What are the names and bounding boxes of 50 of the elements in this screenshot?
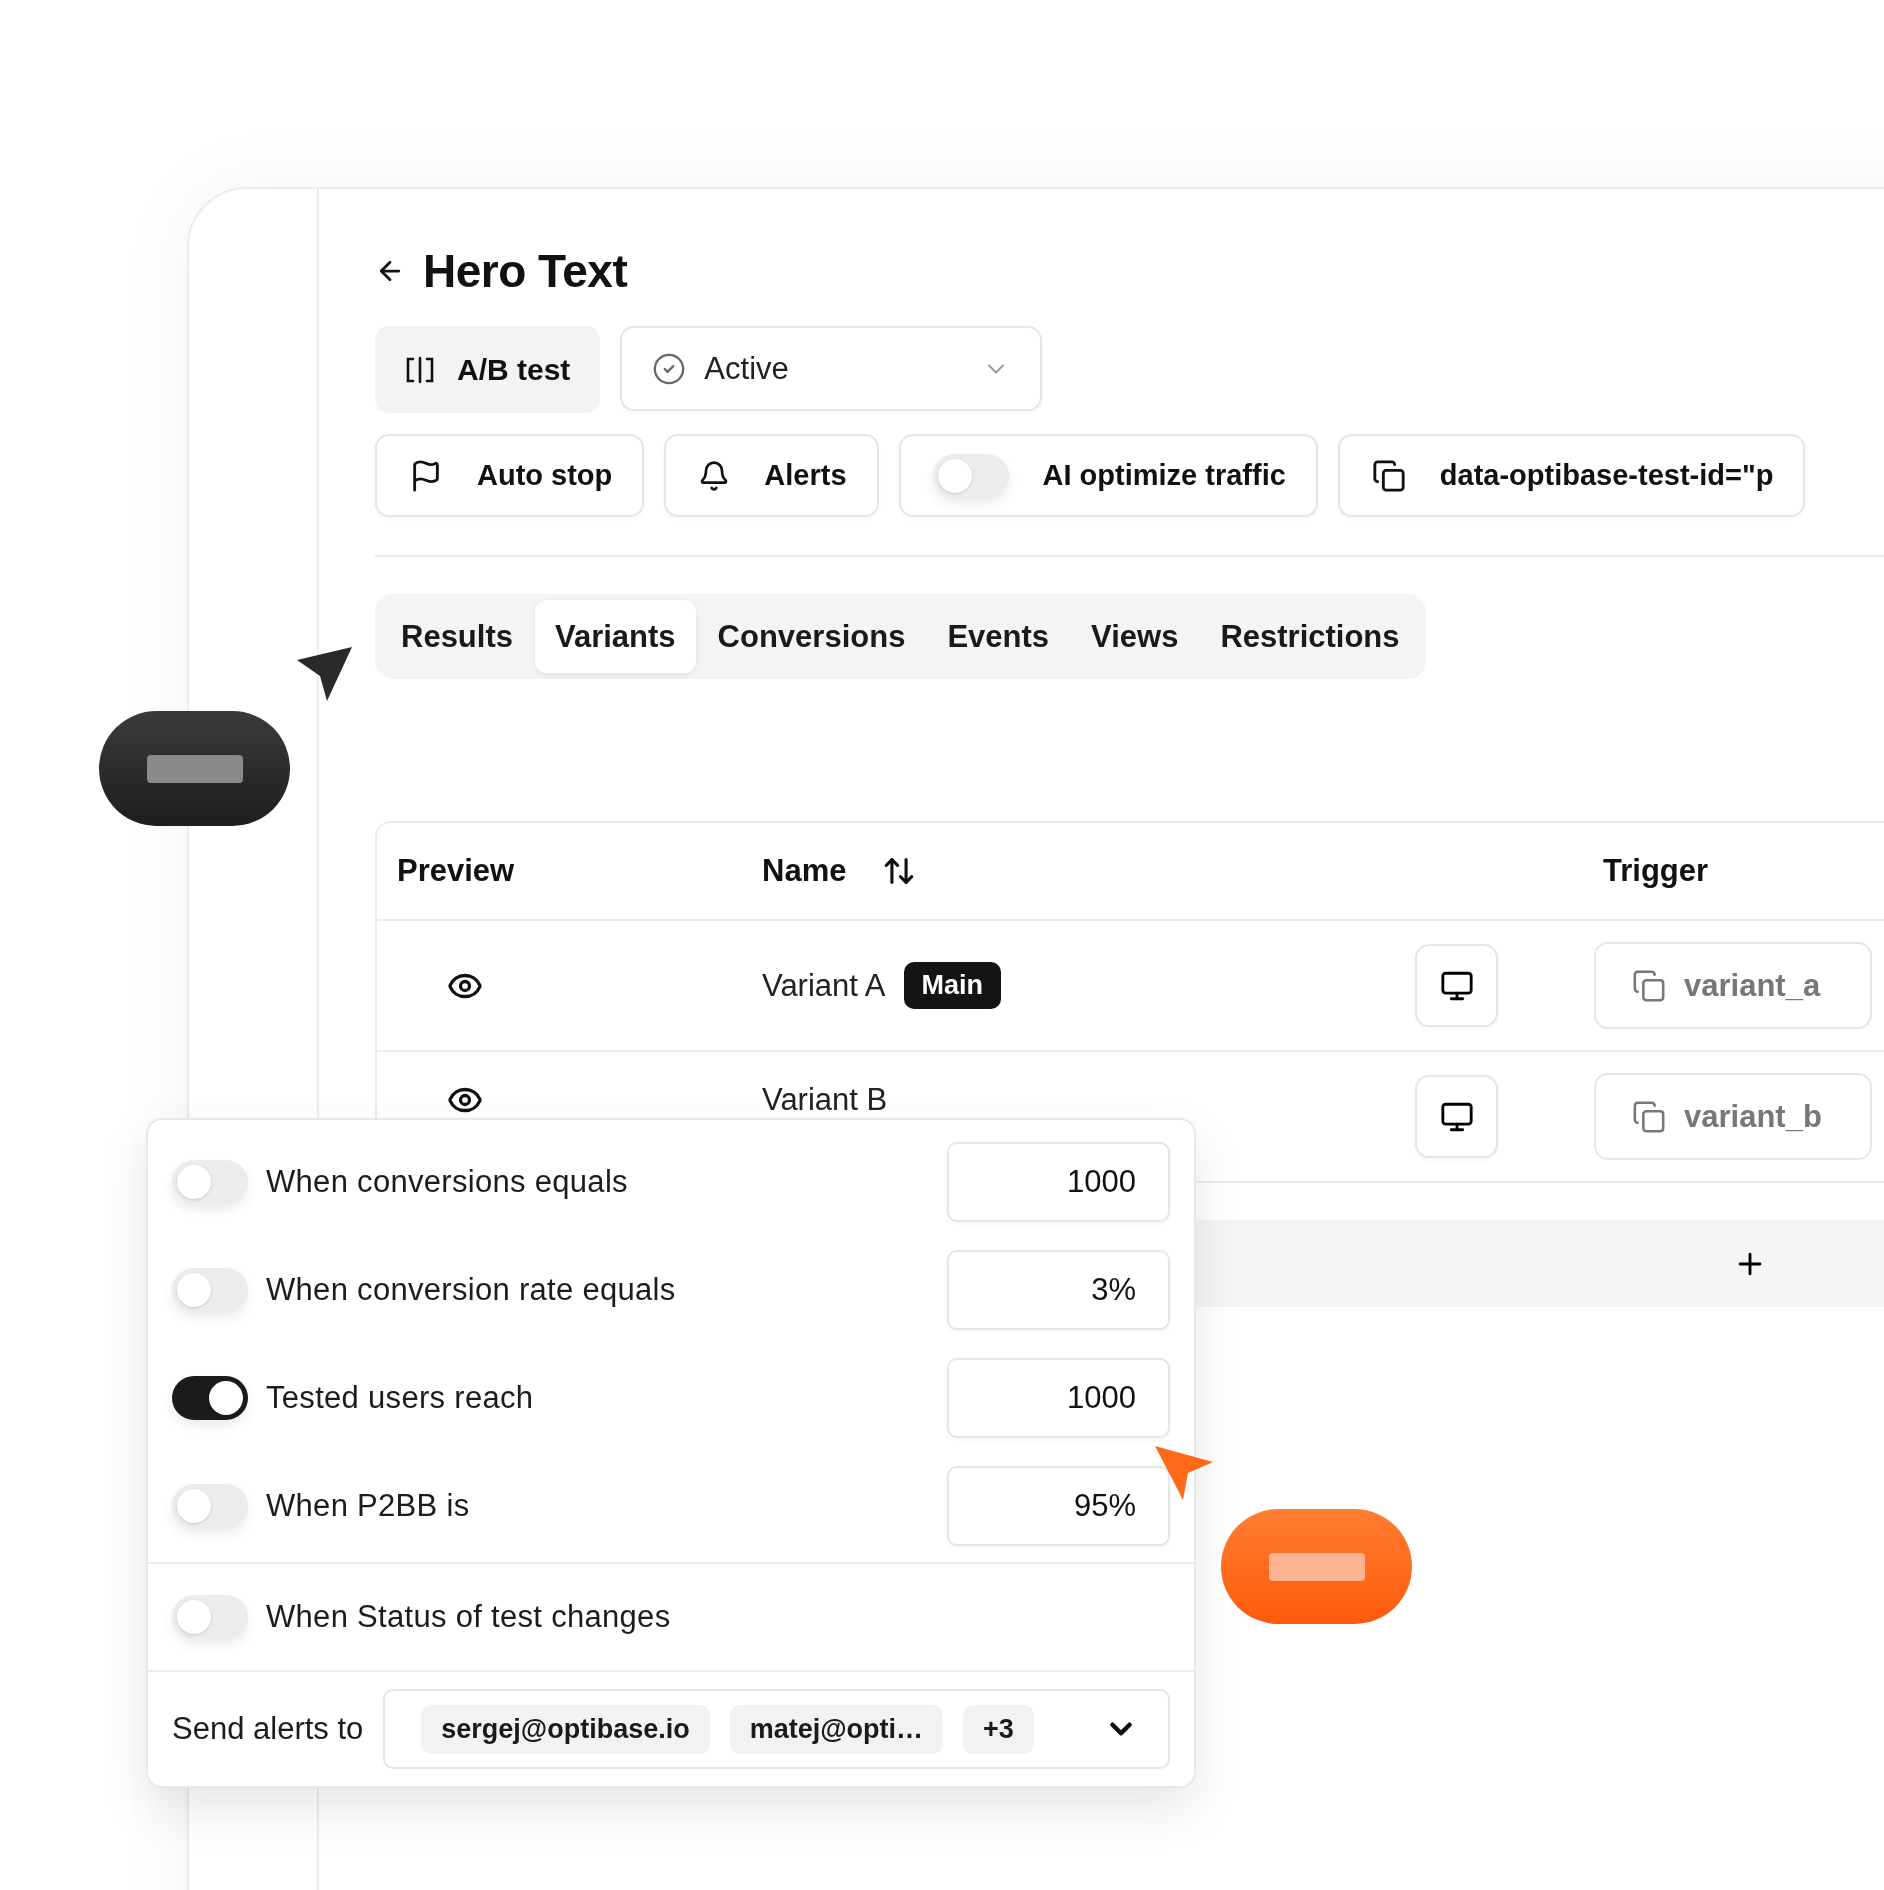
toggle-switch[interactable] [932,453,1009,498]
condition-label: When P2BB is [266,1488,471,1524]
condition-label: When Status of test changes [266,1599,672,1635]
tab[interactable]: Variants [535,600,696,673]
toggle-switch[interactable] [172,1484,248,1528]
page-title: Hero Text [423,245,628,297]
tab[interactable]: Views [1071,600,1199,673]
toggle-switch[interactable] [172,1376,248,1420]
copy-icon [1371,458,1406,493]
recipients-field[interactable]: sergej@optibase.io matej@opti… +3 [383,1689,1170,1769]
tab[interactable]: Restrictions [1200,600,1420,673]
condition-label: When conversion rate equals [266,1272,677,1308]
variant-name: Variant B [762,1081,888,1118]
cursor-icon [297,647,353,702]
auto-stop-button[interactable]: Auto stop [375,434,645,517]
toggle-switch[interactable] [172,1160,248,1204]
alerts-button[interactable]: Alerts [664,434,879,517]
send-alerts-label: Send alerts to [172,1711,364,1747]
check-circle-icon [652,351,687,386]
input-field[interactable]: 95% [947,1466,1170,1546]
copy-icon [1632,968,1666,1003]
input-field[interactable]: 1000 [947,1358,1170,1438]
trigger-copy-button[interactable]: variant_b [1594,1073,1872,1160]
variant-name: Variant A [762,967,886,1004]
trigger-copy-button[interactable]: variant_a [1594,942,1872,1029]
tab[interactable]: Conversions [697,600,926,673]
device-button[interactable] [1415,1075,1498,1158]
more-count: +3 [963,1704,1034,1754]
tab[interactable]: Events [927,600,1070,673]
toggle-switch[interactable] [172,1268,248,1312]
test-type-button[interactable]: A/B test [375,326,601,413]
condition-label: When conversions equals [266,1164,629,1200]
tab[interactable]: Results [381,600,533,673]
ai-traffic-toggle-button[interactable]: AI optimize traffic [898,434,1318,517]
column-header: Trigger [1603,853,1709,889]
column-header: Preview [397,853,515,889]
input-field[interactable]: 1000 [947,1142,1170,1222]
condition-label: Tested users reach [266,1380,535,1416]
copy-icon [1632,1099,1666,1134]
cursor-icon [1155,1446,1214,1501]
main-badge: Main [903,962,1002,1009]
column-header[interactable]: Name [762,853,847,889]
recipient-chip: sergej@optibase.io [421,1704,710,1754]
copy-attribute-button[interactable]: data-optibase-test-id="p [1337,434,1806,517]
input-field[interactable]: 3% [947,1250,1170,1330]
toggle-switch[interactable] [172,1595,248,1639]
status-dropdown[interactable]: Active [620,326,1043,411]
device-button[interactable] [1415,944,1498,1027]
split-view-icon [405,355,435,384]
recipient-chip: matej@opti… [729,1704,944,1754]
